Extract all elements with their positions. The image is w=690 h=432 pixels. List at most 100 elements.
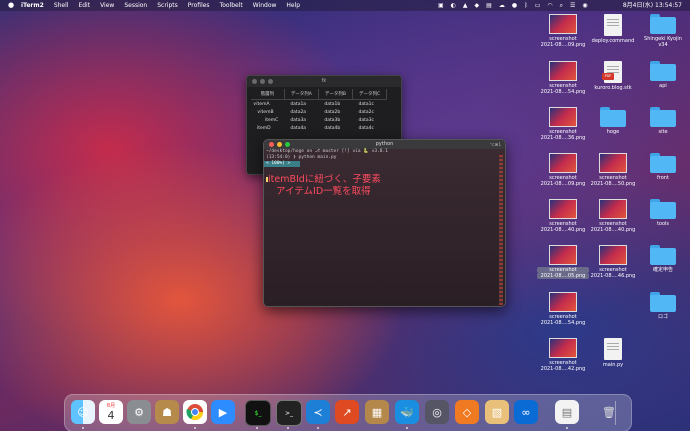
column-header[interactable]: データ列B: [318, 89, 353, 100]
desktop-item-sublabel: v34: [658, 42, 668, 48]
trash-icon[interactable]: 🗑: [597, 400, 621, 424]
annotation-line: アイテムID一覧を取得: [276, 186, 371, 197]
desktop-item[interactable]: Shingeki Kyojin v34: [637, 14, 689, 48]
desktop-item-sublabel: 2021-08....54.png: [540, 89, 586, 95]
quicktime-icon[interactable]: ◎: [425, 400, 449, 424]
status-app-icon[interactable]: ◐: [451, 0, 456, 11]
document-icon[interactable]: ▤: [555, 400, 579, 424]
menu-window[interactable]: Window: [253, 0, 277, 11]
vscode-icon[interactable]: ≺: [306, 400, 330, 424]
menu-clock[interactable]: 8月4日(水) 13:54:57: [623, 0, 682, 11]
desktop-item[interactable]: 確定申告: [637, 245, 689, 273]
desktop-item[interactable]: tools: [637, 199, 689, 227]
status-app-icon[interactable]: ▲: [463, 0, 468, 11]
control-center-icon[interactable]: ☰: [570, 0, 575, 11]
iterm-icon[interactable]: >_: [276, 400, 302, 426]
system-preferences-icon[interactable]: ⚙: [127, 400, 151, 424]
column-header[interactable]: データ列A: [284, 89, 319, 100]
column-header[interactable]: データ列C: [352, 89, 388, 100]
wifi-icon[interactable]: ◠: [547, 0, 552, 11]
archive-icon[interactable]: ▦: [365, 400, 389, 424]
desktop-item[interactable]: site: [637, 107, 689, 135]
menu-iterm2[interactable]: iTerm2: [21, 0, 44, 11]
menu-toolbelt[interactable]: Toolbelt: [220, 0, 243, 11]
status-app-icon[interactable]: ▤: [486, 0, 492, 11]
bluetooth-icon[interactable]: ᛒ: [524, 0, 528, 11]
screenshot-thumbnail-icon: [549, 245, 577, 265]
search-icon[interactable]: ⌕: [560, 0, 563, 11]
status-app-icon[interactable]: ▣: [438, 0, 444, 11]
desktop-item[interactable]: deploy.command: [587, 14, 639, 44]
terminal-body[interactable]: ~/desktop/hoge on ⎇ master [!] via 🐍 v3.…: [264, 149, 505, 306]
table-cell: data2a: [290, 109, 307, 115]
desktop-item[interactable]: screenshot 2021-08....40.png: [537, 199, 589, 233]
desktop-item-label: tools: [656, 221, 670, 227]
desktop-item[interactable]: screenshot 2021-08....40.png: [587, 199, 639, 233]
fk-title-bar[interactable]: fk: [247, 76, 401, 87]
desktop-item[interactable]: ロゴ: [637, 292, 689, 320]
menu-shell[interactable]: Shell: [54, 0, 69, 11]
column-header[interactable]: 階層列: [251, 89, 285, 100]
desktop-item[interactable]: screenshot 2021-08....09.png: [537, 14, 589, 48]
menu-view[interactable]: View: [100, 0, 114, 11]
desktop-item[interactable]: screenshot 2021-08....54.png: [537, 292, 589, 326]
desktop-item-label: hoge: [606, 129, 620, 135]
table-cell: data4b: [324, 125, 341, 131]
desktop-item[interactable]: main.py: [587, 338, 639, 368]
apple-menu-icon[interactable]: ●: [8, 0, 14, 11]
screenshot-thumbnail-icon: [549, 14, 577, 34]
desktop-item-sublabel: 2021-08....50.png: [590, 181, 636, 187]
terminal-scrollbar[interactable]: [499, 155, 503, 305]
desktop-item[interactable]: screenshot 2021-08....36.png: [537, 107, 589, 141]
infinity-icon[interactable]: ∞: [514, 400, 538, 424]
desktop-item[interactable]: screenshot 2021-08....46.png: [587, 245, 639, 279]
calendar-icon[interactable]: 8月 4: [99, 400, 123, 424]
menu-session[interactable]: Session: [124, 0, 147, 11]
status-app-icon[interactable]: ●: [512, 0, 517, 11]
running-indicator: [406, 427, 408, 429]
menu-bar: ● iTerm2 Shell Edit View Session Scripts…: [0, 0, 690, 11]
command-line: (13:54:0) ❯ python main.py: [266, 155, 337, 160]
menu-profiles[interactable]: Profiles: [188, 0, 210, 11]
git-icon[interactable]: ◇: [455, 400, 479, 424]
file-badge: PDF: [602, 73, 614, 80]
preview-icon[interactable]: ▧: [485, 400, 509, 424]
desktop-item[interactable]: screenshot 2021-08....54.png: [537, 61, 589, 95]
desktop-item[interactable]: screenshot 2021-08....09.png: [537, 153, 589, 187]
table-row[interactable]: itemD data4a data4b data4c: [251, 124, 387, 132]
table-row[interactable]: itemC data3a data3b data3c: [251, 116, 387, 124]
status-app-icon[interactable]: ◆: [475, 0, 480, 11]
battery-icon[interactable]: ▭: [535, 0, 541, 11]
chrome-icon[interactable]: [183, 400, 207, 424]
desktop-item[interactable]: screenshot 2021-08....50.png: [587, 153, 639, 187]
desktop-item-sublabel: 2021-08....46.png: [590, 273, 636, 279]
desktop-item[interactable]: PDF kuroro.blog.stk: [587, 61, 639, 91]
menu-help[interactable]: Help: [286, 0, 300, 11]
document-icon: PDF: [602, 61, 622, 83]
desktop-item[interactable]: screenshot 2021-08....42.png: [537, 338, 589, 372]
running-indicator: [194, 427, 196, 429]
screenshot-thumbnail-icon: [549, 107, 577, 127]
table-row[interactable]: ∨itemA data1a data1b data1c: [251, 100, 387, 109]
desktop-item[interactable]: screenshot 2021-08....05.png: [537, 245, 589, 279]
fk-window-title: fk: [321, 78, 327, 84]
zoom-icon[interactable]: ▶: [211, 400, 235, 424]
menu-edit[interactable]: Edit: [78, 0, 90, 11]
desktop-item[interactable]: front: [637, 153, 689, 181]
running-indicator: [256, 427, 258, 429]
finder-icon[interactable]: ☺: [71, 400, 95, 424]
dock: ☺ 8月 4 ⚙ ☗ ▶ $_ >_ ≺ ↗ ▦ 🐳 ◎ ◇ ▧ ∞ ▤ 🗑: [64, 394, 632, 432]
docker-icon[interactable]: 🐳: [395, 400, 419, 424]
desktop-item[interactable]: hoge: [587, 107, 639, 135]
cloud-icon[interactable]: ☁: [499, 0, 505, 11]
terminal-icon[interactable]: $_: [245, 400, 271, 426]
terminal-title-bar[interactable]: python ⌥⌘1: [264, 140, 505, 149]
desktop-item[interactable]: api: [637, 61, 689, 89]
table-row[interactable]: ∨itemB data2a data2b data2c: [251, 108, 387, 116]
menu-scripts[interactable]: Scripts: [157, 0, 178, 11]
stocks-icon[interactable]: ↗: [335, 400, 359, 424]
running-indicator: [317, 427, 319, 429]
siri-icon[interactable]: ◉: [582, 0, 587, 11]
desktop-item-sublabel: 2021-08....05.png: [537, 273, 589, 279]
contacts-icon[interactable]: ☗: [155, 400, 179, 424]
